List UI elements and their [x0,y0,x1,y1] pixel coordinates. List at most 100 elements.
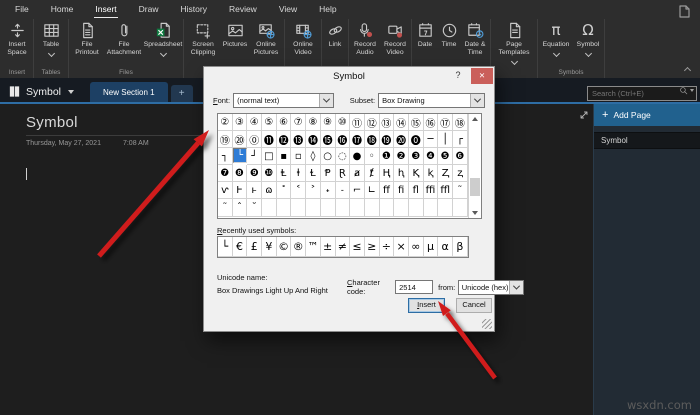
symbol-cell[interactable]: ⑭ [394,114,409,131]
expand-page-list-icon[interactable] [578,109,590,121]
recent-symbol-cell[interactable]: ∞ [409,237,424,257]
symbol-cell[interactable]: ⱶ [247,182,262,199]
symbol-cell[interactable]: ⑥ [277,114,292,131]
scroll-up-icon[interactable] [472,117,478,121]
symbol-cell[interactable]: Ⱬ [438,165,453,182]
recent-symbol-cell[interactable]: ≥ [365,237,380,257]
symbol-cell[interactable]: ˆ [233,199,248,216]
symbol-cell[interactable]: ❹ [424,148,439,165]
symbol-cell[interactable]: │ [438,131,453,148]
symbol-cell[interactable]: Ⱪ [409,165,424,182]
symbol-cell[interactable]: ○ [321,148,336,165]
recent-symbol-cell[interactable]: ÷ [380,237,395,257]
symbol-cell[interactable]: ❻ [453,148,468,165]
symbol-cell[interactable]: ④ [247,114,262,131]
symbol-cell[interactable]: ⱥ [350,165,365,182]
spreadsheet-button[interactable]: Spreadsheet [144,19,182,68]
link-button[interactable]: Link [323,19,347,68]
symbol-cell[interactable]: ◊ [306,148,321,165]
symbol-cell[interactable]: ˟ [277,182,292,199]
symbol-cell[interactable]: ﬃ [424,182,439,199]
symbol-cell[interactable]: ❸ [409,148,424,165]
symbol-cell[interactable] [291,199,306,216]
page-title[interactable]: Symbol [26,114,78,131]
symbol-cell[interactable]: ﬀ [380,182,395,199]
symbol-cell[interactable]: ⌐ [350,182,365,199]
symbol-cell[interactable]: ┘ [247,148,262,165]
symbol-cell[interactable]: ❶ [380,148,395,165]
symbol-cell[interactable]: ◦ [365,148,380,165]
recent-symbol-cell[interactable]: ≠ [336,237,351,257]
symbol-cell[interactable]: ▫ [291,148,306,165]
symbol-cell[interactable]: ˗ [336,182,351,199]
tab-history[interactable]: History [170,0,218,19]
chevron-down-icon[interactable] [470,94,484,107]
symbol-cell[interactable]: ❿ [262,165,277,182]
scrollbar-thumb[interactable] [470,178,480,196]
symbol-cell[interactable]: ⑬ [380,114,395,131]
recent-symbol-cell[interactable]: © [277,237,292,257]
symbol-cell[interactable]: ˜ [218,199,233,216]
symbol-cell[interactable]: Ⱶ [233,182,248,199]
symbol-cell[interactable]: ˖ [321,182,336,199]
tab-review[interactable]: Review [218,0,268,19]
font-dropdown[interactable]: (normal text) [233,93,334,108]
recent-symbol-cell[interactable]: ® [291,237,306,257]
symbol-cell[interactable]: ⱬ [453,165,468,182]
tab-home[interactable]: Home [40,0,85,19]
dialog-close-button[interactable]: ✕ [471,68,493,84]
symbol-cell[interactable]: ⑫ [365,114,380,131]
symbol-cell[interactable]: ● [350,148,365,165]
section-tab-new-section-1[interactable]: New Section 1 [90,82,168,102]
symbol-cell[interactable]: ⓬ [277,131,292,148]
symbol-cell[interactable]: Ᵽ [321,165,336,182]
symbol-cell[interactable]: ❷ [394,148,409,165]
symbol-cell[interactable]: ﬁ [394,182,409,199]
symbol-cell[interactable]: ⑯ [424,114,439,131]
grid-scrollbar[interactable] [468,114,481,218]
scroll-down-icon[interactable] [472,211,478,215]
symbol-cell[interactable]: ﬄ [438,182,453,199]
symbol-cell[interactable] [350,199,365,216]
symbol-cell[interactable]: ⑳ [233,131,248,148]
symbol-cell[interactable]: ┐ [218,148,233,165]
symbol-cell[interactable]: □ [262,148,277,165]
symbol-cell[interactable]: └ [233,148,248,163]
symbol-cell[interactable] [380,199,395,216]
insert-button[interactable]: Insert [408,298,445,313]
symbol-cell[interactable]: Ⱨ [380,165,395,182]
symbol-cell[interactable]: ﬂ [409,182,424,199]
search-icon[interactable] [679,86,688,95]
recent-symbol-cell[interactable]: α [438,237,453,257]
symbol-cell[interactable]: Ɫ [306,165,321,182]
recent-symbol-cell[interactable]: ≤ [350,237,365,257]
symbol-cell[interactable]: ⱨ [394,165,409,182]
tab-file[interactable]: File [4,0,40,19]
from-dropdown[interactable]: Unicode (hex) [458,280,524,295]
symbol-cell[interactable] [306,199,321,216]
symbol-cell[interactable] [438,199,453,216]
symbol-cell[interactable]: ─ [424,131,439,148]
symbol-cell[interactable]: ∟ [365,182,380,199]
symbol-cell[interactable] [262,199,277,216]
immersive-reader-icon[interactable] [679,5,690,18]
symbol-cell[interactable]: ⑰ [438,114,453,131]
symbol-cell[interactable]: Ⱡ [277,165,292,182]
symbol-cell[interactable]: ⑪ [350,114,365,131]
symbol-cell[interactable]: ⓫ [262,131,277,148]
tab-insert[interactable]: Insert [84,0,127,19]
symbol-cell[interactable]: ⱱ [218,182,233,199]
symbol-cell[interactable]: ❼ [218,165,233,182]
symbol-button[interactable]: Ω Symbol [573,19,603,68]
tab-help[interactable]: Help [308,0,347,19]
symbol-cell[interactable]: ⱪ [424,165,439,182]
online-pictures-button[interactable]: Online Pictures [249,19,283,68]
symbol-cell[interactable] [365,199,380,216]
symbol-cell[interactable]: ⑧ [306,114,321,131]
symbol-cell[interactable]: ⓳ [380,131,395,148]
symbol-cell[interactable]: ⓯ [321,131,336,148]
dialog-resize-grip[interactable] [482,319,492,329]
file-attachment-button[interactable]: File Attachment [104,19,144,68]
symbol-cell[interactable] [336,199,351,216]
symbol-cell[interactable]: ⓴ [394,131,409,148]
